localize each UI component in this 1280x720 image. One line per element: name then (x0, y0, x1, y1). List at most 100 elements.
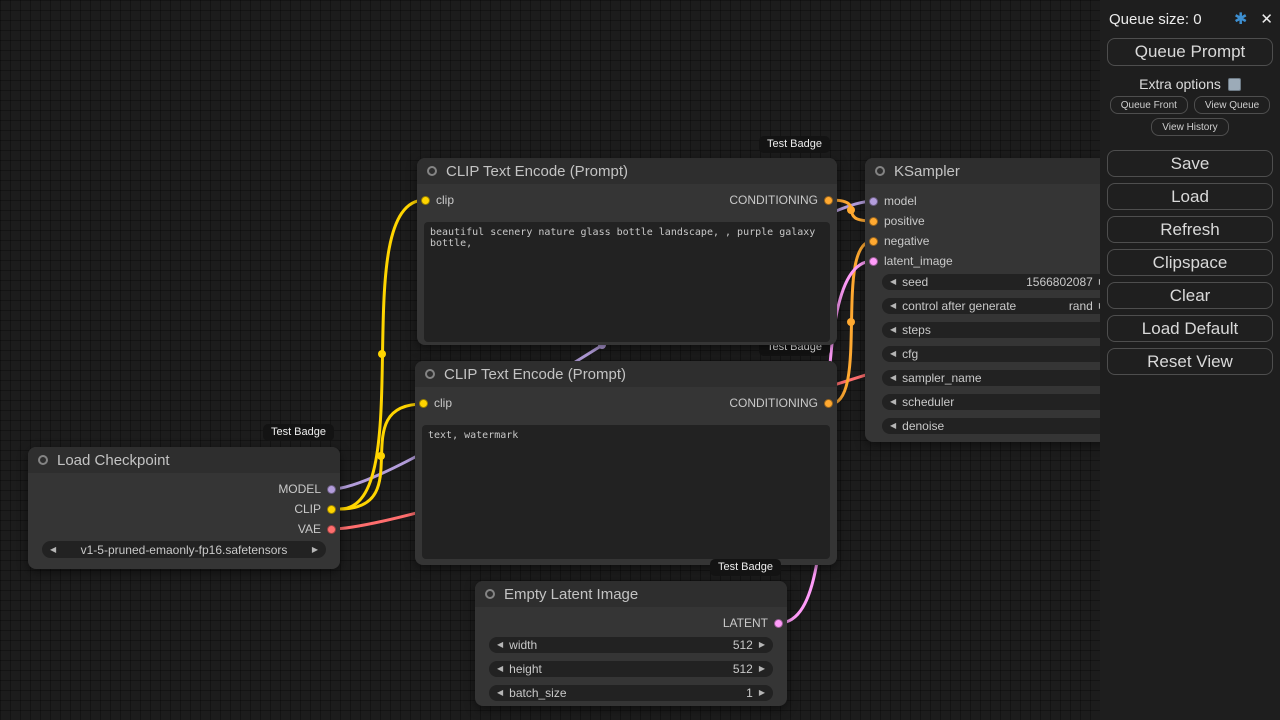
wire-clip-to-negative (338, 402, 425, 511)
settings-gear-icon[interactable]: ✱ (1234, 9, 1247, 29)
arrow-left-icon[interactable]: ◀ (890, 326, 896, 334)
node-graph-canvas[interactable]: Test Badge Test Badge Test Badge Test Ba… (0, 0, 1280, 720)
slot-dot-model[interactable] (869, 196, 878, 206)
scheduler-widget[interactable]: ◀ scheduler (882, 394, 1113, 410)
load-button[interactable]: Load (1107, 183, 1273, 210)
prompt-text-widget[interactable]: text, watermark (422, 425, 830, 559)
load-default-button[interactable]: Load Default (1107, 315, 1273, 342)
slot-dot-conditioning[interactable] (869, 216, 878, 226)
output-slot-vae[interactable]: VAE (28, 519, 340, 539)
arrow-left-icon[interactable]: ◀ (890, 398, 896, 406)
node-titlebar[interactable]: CLIP Text Encode (Prompt) (415, 361, 837, 387)
width-widget[interactable]: ◀ width 512 ▶ (489, 637, 773, 653)
arrow-left-icon[interactable]: ◀ (890, 422, 896, 430)
clear-button[interactable]: Clear (1107, 282, 1273, 309)
input-slot-negative[interactable]: negative (865, 231, 1127, 251)
node-ksampler[interactable]: KSampler model positive negative latent_… (865, 158, 1127, 442)
node-clip-text-encode-negative[interactable]: CLIP Text Encode (Prompt) clip CONDITION… (415, 361, 837, 565)
wire-clip-to-positive (338, 198, 427, 511)
queue-prompt-button[interactable]: Queue Prompt (1107, 38, 1273, 66)
prompt-text-widget[interactable]: beautiful scenery nature glass bottle la… (424, 222, 830, 342)
steps-widget[interactable]: ◀ steps (882, 322, 1113, 338)
clipspace-button[interactable]: Clipspace (1107, 249, 1273, 276)
arrow-right-icon[interactable]: ▶ (312, 545, 318, 554)
slot-dot-clip[interactable] (421, 195, 430, 205)
denoise-widget[interactable]: ◀ denoise (882, 418, 1113, 434)
control-after-generate-widget[interactable]: ◀ control after generate rand ▶ (882, 298, 1113, 314)
slot-dot-conditioning[interactable] (824, 398, 833, 408)
slot-dot-conditioning[interactable] (824, 195, 833, 205)
input-slot-clip[interactable]: clip (421, 193, 460, 207)
arrow-right-icon[interactable]: ▶ (759, 689, 765, 697)
node-titlebar[interactable]: Load Checkpoint (28, 447, 340, 473)
collapse-dot-icon[interactable] (485, 589, 495, 599)
input-slot-model[interactable]: model (865, 191, 1127, 211)
output-slot-conditioning[interactable]: CONDITIONING (723, 396, 833, 410)
arrow-right-icon[interactable]: ▶ (759, 665, 765, 673)
output-slot-latent[interactable]: LATENT (475, 613, 787, 633)
node-titlebar[interactable]: KSampler (865, 158, 1127, 184)
collapse-dot-icon[interactable] (38, 455, 48, 465)
arrow-right-icon[interactable]: ▶ (759, 641, 765, 649)
slot-dot-clip[interactable] (327, 504, 336, 514)
input-slot-clip[interactable]: clip (419, 396, 458, 410)
collapse-dot-icon[interactable] (427, 166, 437, 176)
node-title: CLIP Text Encode (Prompt) (444, 365, 627, 383)
widget-value: rand (1068, 299, 1093, 313)
node-titlebar[interactable]: CLIP Text Encode (Prompt) (417, 158, 837, 184)
collapse-dot-icon[interactable] (425, 369, 435, 379)
height-widget[interactable]: ◀ height 512 ▶ (489, 661, 773, 677)
slot-label: CLIP (294, 502, 321, 516)
link-midpoint-dot (847, 206, 855, 214)
widget-value: 512 (732, 638, 753, 652)
batch-size-widget[interactable]: ◀ batch_size 1 ▶ (489, 685, 773, 701)
seed-widget[interactable]: ◀ seed 1566802087 ▶ (882, 274, 1113, 290)
arrow-left-icon[interactable]: ◀ (890, 350, 896, 358)
arrow-left-icon[interactable]: ◀ (890, 278, 896, 286)
arrow-left-icon[interactable]: ◀ (497, 689, 503, 697)
queue-size-label: Queue size: 0 (1109, 10, 1202, 28)
node-empty-latent-image[interactable]: Empty Latent Image LATENT ◀ width 512 ▶ … (475, 581, 787, 706)
ckpt-name-widget[interactable]: ◀ v1-5-pruned-emaonly-fp16.safetensors ▶ (42, 541, 326, 558)
slot-label: model (884, 194, 917, 208)
slot-dot-latent[interactable] (869, 256, 878, 266)
link-midpoint-dot (847, 318, 855, 326)
view-queue-button[interactable]: View Queue (1193, 96, 1271, 114)
node-load-checkpoint[interactable]: Load Checkpoint MODEL CLIP VAE ◀ v1-5-pr… (28, 447, 340, 569)
input-slot-latent-image[interactable]: latent_image (865, 251, 1127, 271)
queue-front-button[interactable]: Queue Front (1109, 96, 1188, 114)
output-slot-conditioning[interactable]: CONDITIONING (723, 193, 833, 207)
widget-value: 1566802087 (1026, 275, 1093, 289)
input-slot-positive[interactable]: positive (865, 211, 1127, 231)
slot-dot-conditioning[interactable] (869, 236, 878, 246)
link-midpoint-dot (378, 350, 386, 358)
arrow-left-icon[interactable]: ◀ (890, 374, 896, 382)
collapse-dot-icon[interactable] (875, 166, 885, 176)
output-slot-clip[interactable]: CLIP (28, 499, 340, 519)
slot-dot-clip[interactable] (419, 398, 428, 408)
arrow-left-icon[interactable]: ◀ (497, 665, 503, 673)
refresh-button[interactable]: Refresh (1107, 216, 1273, 243)
reset-view-button[interactable]: Reset View (1107, 348, 1273, 375)
widget-label: control after generate (902, 299, 1017, 313)
extra-options-checkbox[interactable] (1227, 77, 1241, 91)
cfg-widget[interactable]: ◀ cfg (882, 346, 1113, 362)
view-history-button[interactable]: View History (1151, 118, 1229, 136)
sampler-name-widget[interactable]: ◀ sampler_name (882, 370, 1113, 386)
arrow-left-icon[interactable]: ◀ (890, 302, 896, 310)
link-midpoint-dot (377, 452, 385, 460)
widget-label: batch_size (509, 686, 567, 700)
slot-dot-model[interactable] (327, 484, 336, 494)
arrow-left-icon[interactable]: ◀ (497, 641, 503, 649)
slot-dot-vae[interactable] (327, 524, 336, 534)
save-button[interactable]: Save (1107, 150, 1273, 177)
slot-dot-latent[interactable] (774, 618, 783, 628)
widget-label: scheduler (902, 395, 955, 409)
node-titlebar[interactable]: Empty Latent Image (475, 581, 787, 607)
close-menu-icon[interactable]: ✕ (1260, 10, 1273, 28)
arrow-left-icon[interactable]: ◀ (50, 545, 56, 554)
node-title: CLIP Text Encode (Prompt) (446, 162, 629, 180)
node-clip-text-encode-positive[interactable]: CLIP Text Encode (Prompt) clip CONDITION… (417, 158, 837, 345)
ckpt-name-value: v1-5-pruned-emaonly-fp16.safetensors (80, 542, 288, 557)
output-slot-model[interactable]: MODEL (28, 479, 340, 499)
